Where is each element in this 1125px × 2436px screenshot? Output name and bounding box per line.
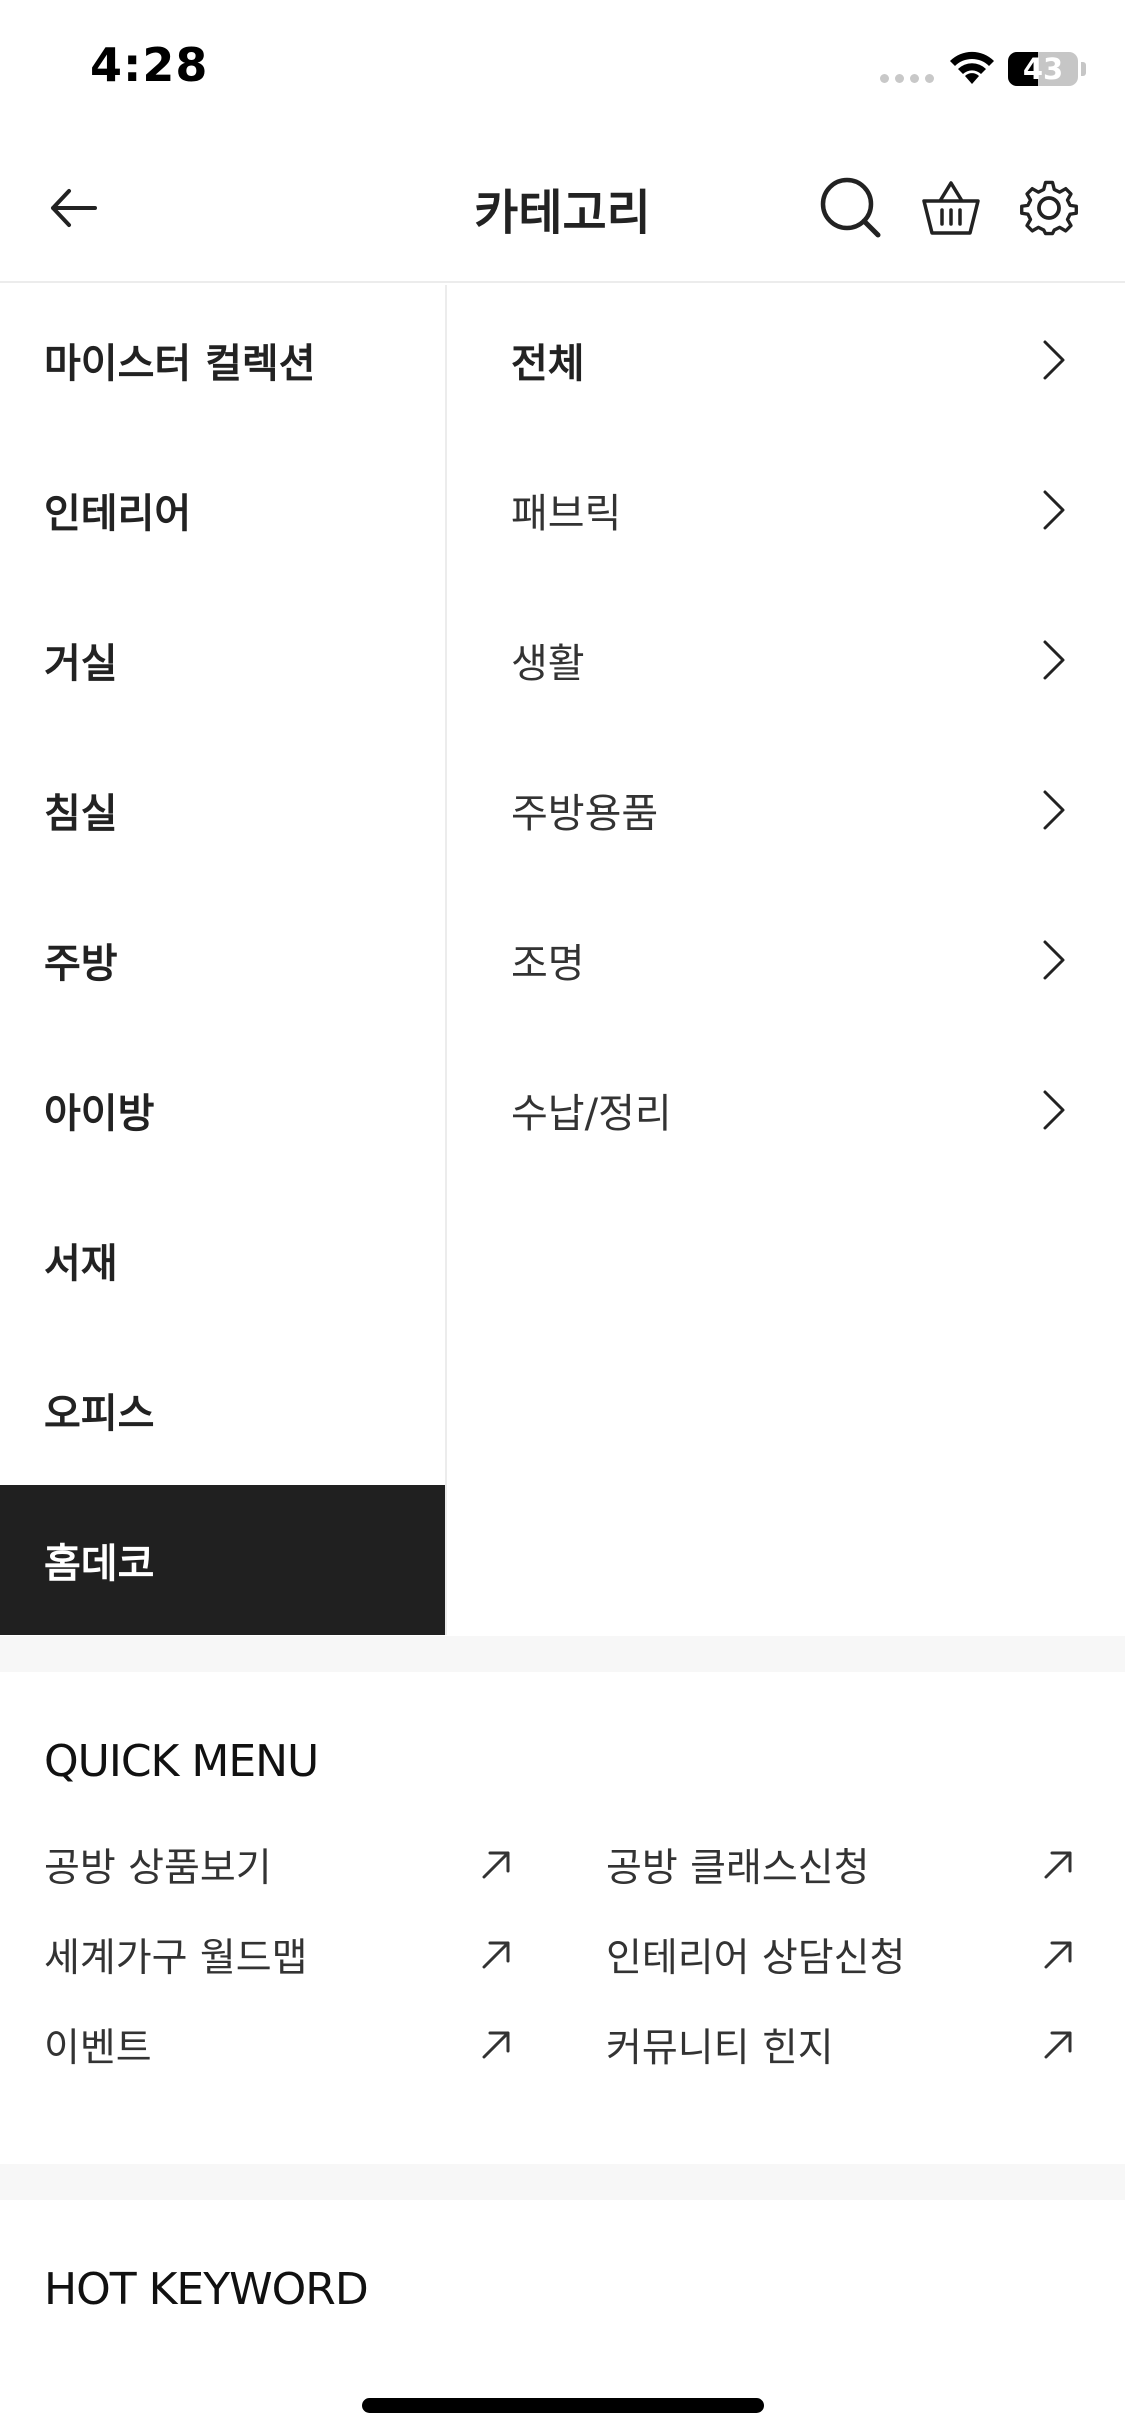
gear-icon [1020, 180, 1078, 236]
quick-link-label: 커뮤니티 힌지 [606, 2026, 834, 2071]
category-meister-collection[interactable]: 마이스터 컬렉션 [0, 285, 445, 435]
search-button[interactable] [808, 165, 894, 251]
category-label: 인테리어 [44, 491, 192, 537]
subcategory-label: 주방용품 [511, 791, 659, 837]
arrow-up-right-icon [1044, 2031, 1072, 2059]
category-kids-room[interactable]: 아이방 [0, 1035, 445, 1185]
subcategory-all[interactable]: 전체 [449, 285, 1125, 435]
subcategory-living[interactable]: 생활 [449, 585, 1125, 735]
quick-link-workshop-class[interactable]: 공방 클래스신청 [606, 1830, 1076, 1900]
quick-link-workshop-products[interactable]: 공방 상품보기 [44, 1830, 514, 1900]
arrow-up-right-icon [482, 1851, 510, 1879]
category-home-deco[interactable]: 홈데코 [0, 1485, 445, 1635]
quick-link-label: 인테리어 상담신청 [606, 1936, 906, 1981]
home-indicator[interactable] [362, 2398, 764, 2413]
chevron-right-icon [1043, 940, 1065, 980]
search-icon [820, 177, 881, 238]
subcategory-label: 전체 [511, 341, 585, 387]
status-time: 4:28 [90, 38, 209, 92]
cart-button[interactable] [908, 165, 994, 251]
subcategory-lighting[interactable]: 조명 [449, 885, 1125, 1035]
quick-link-label: 세계가구 월드맵 [44, 1936, 308, 1981]
basket-icon [922, 181, 980, 235]
subcategory-label: 조명 [511, 941, 585, 987]
chevron-right-icon [1043, 790, 1065, 830]
category-label: 홈데코 [44, 1541, 155, 1587]
main-category-list: 마이스터 컬렉션 인테리어 거실 침실 주방 아이방 서재 오피스 홈데코 [0, 285, 447, 1635]
battery-level: 43 [1022, 52, 1064, 86]
category-interior[interactable]: 인테리어 [0, 435, 445, 585]
subcategory-label: 생활 [511, 641, 585, 687]
category-kitchen[interactable]: 주방 [0, 885, 445, 1035]
status-bar: 4:28 43 [0, 0, 1125, 135]
section-divider [0, 1636, 1125, 1672]
settings-button[interactable] [1006, 165, 1092, 251]
subcategory-label: 패브릭 [511, 491, 622, 537]
quick-link-community[interactable]: 커뮤니티 힌지 [606, 2010, 1076, 2080]
category-label: 아이방 [44, 1091, 155, 1137]
battery-cap [1081, 62, 1086, 76]
subcategory-list: 전체 패브릭 생활 주방용품 조명 수납/정리 [449, 285, 1125, 1635]
category-screen: 4:28 43 카테고리 마이스터 컬렉션 인테리어 거실 침실 주방 아이방 … [0, 0, 1125, 2436]
category-label: 침실 [44, 791, 118, 837]
subcategory-fabric[interactable]: 패브릭 [449, 435, 1125, 585]
category-label: 마이스터 컬렉션 [44, 341, 316, 387]
arrow-up-right-icon [482, 2031, 510, 2059]
quick-menu-title: QUICK MENU [44, 1736, 319, 1787]
chevron-right-icon [1043, 1090, 1065, 1130]
subcategory-kitchenware[interactable]: 주방용품 [449, 735, 1125, 885]
subcategory-storage[interactable]: 수납/정리 [449, 1035, 1125, 1185]
battery-icon: 43 [1008, 52, 1078, 86]
subcategory-label: 수납/정리 [511, 1091, 672, 1137]
category-label: 오피스 [44, 1391, 155, 1437]
category-office[interactable]: 오피스 [0, 1335, 445, 1485]
quick-link-label: 이벤트 [44, 2026, 152, 2071]
chevron-right-icon [1043, 640, 1065, 680]
section-divider [0, 2164, 1125, 2200]
quick-link-label: 공방 클래스신청 [606, 1846, 870, 1891]
arrow-up-right-icon [1044, 1941, 1072, 1969]
quick-link-world-map[interactable]: 세계가구 월드맵 [44, 1920, 514, 1990]
wifi-icon [950, 51, 994, 84]
category-bedroom[interactable]: 침실 [0, 735, 445, 885]
quick-link-interior-consult[interactable]: 인테리어 상담신청 [606, 1920, 1076, 1990]
quick-link-event[interactable]: 이벤트 [44, 2010, 514, 2080]
chevron-right-icon [1043, 340, 1065, 380]
chevron-right-icon [1043, 490, 1065, 530]
category-label: 주방 [44, 941, 118, 987]
header: 카테고리 [0, 135, 1125, 283]
category-living-room[interactable]: 거실 [0, 585, 445, 735]
arrow-up-right-icon [1044, 1851, 1072, 1879]
arrow-up-right-icon [482, 1941, 510, 1969]
category-label: 서재 [44, 1241, 118, 1287]
quick-link-label: 공방 상품보기 [44, 1846, 272, 1891]
cellular-signal-icon [880, 74, 934, 83]
category-label: 거실 [44, 641, 118, 687]
category-study[interactable]: 서재 [0, 1185, 445, 1335]
hot-keyword-title: HOT KEYWORD [44, 2264, 369, 2315]
